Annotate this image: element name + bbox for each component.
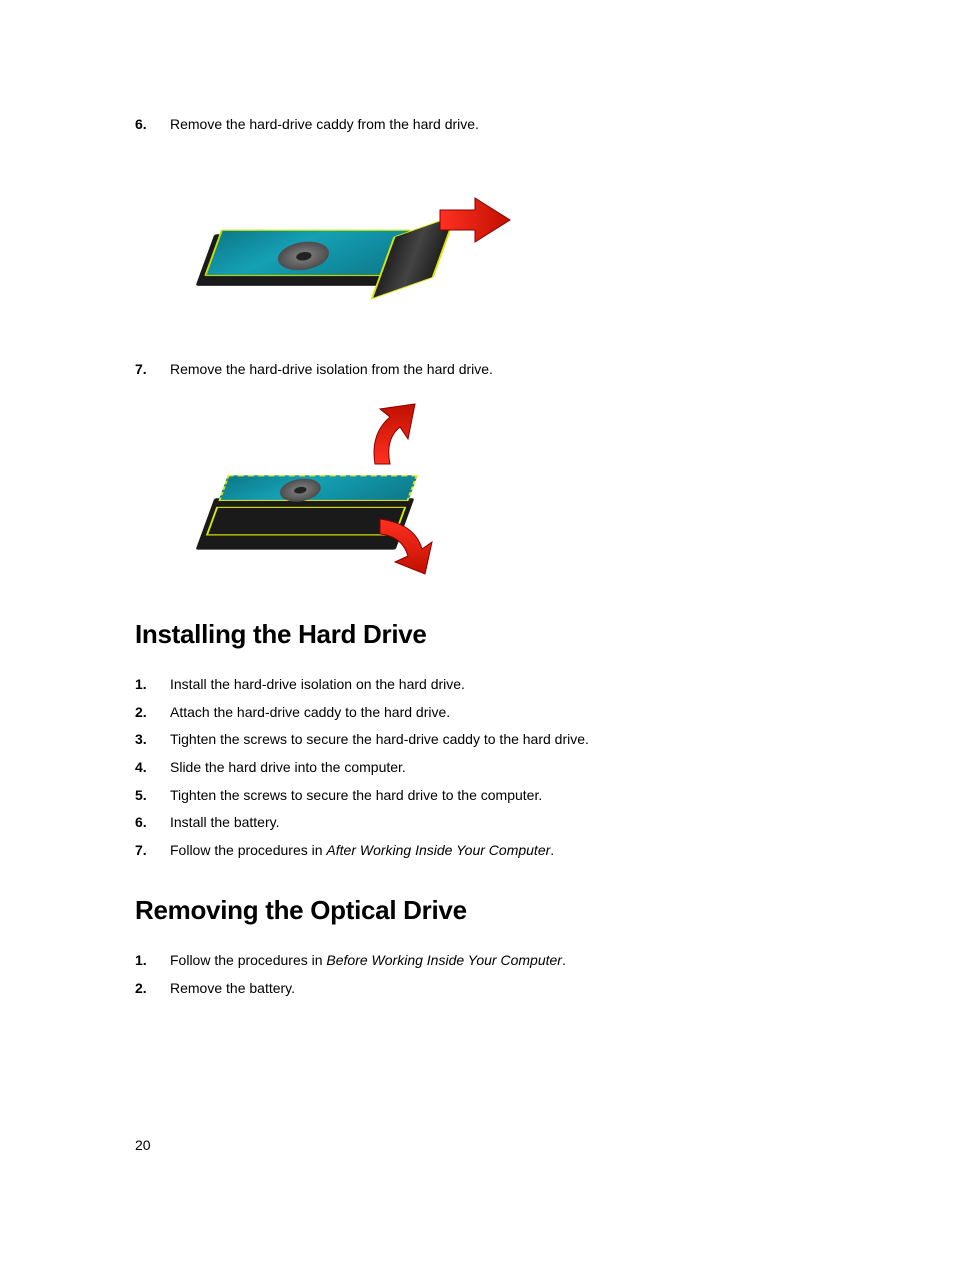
arrow-curve-down-icon [370,514,440,579]
page-number: 20 [135,1137,151,1153]
step-text: Follow the procedures in Before Working … [170,951,566,971]
install-step-2: 2. Attach the hard-drive caddy to the ha… [135,703,954,723]
install-step-3: 3. Tighten the screws to secure the hard… [135,730,954,750]
step-number: 2. [135,980,170,996]
install-step-5: 5. Tighten the screws to secure the hard… [135,786,954,806]
step-number: 7. [135,361,170,377]
install-step-7: 7. Follow the procedures in After Workin… [135,841,954,861]
step-text: Attach the hard-drive caddy to the hard … [170,703,450,723]
step-text: Install the hard-drive isolation on the … [170,675,465,695]
step-text: Slide the hard drive into the computer. [170,758,406,778]
step-text: Remove the hard-drive caddy from the har… [170,115,479,135]
figure-hard-drive-caddy [170,155,460,330]
step-number: 3. [135,731,170,747]
install-step-1: 1. Install the hard-drive isolation on t… [135,675,954,695]
step-number: 6. [135,814,170,830]
step-text: Tighten the screws to secure the hard dr… [170,786,542,806]
step-number: 1. [135,676,170,692]
remove-optical-step-2: 2. Remove the battery. [135,979,954,999]
section-installing-hard-drive: Installing the Hard Drive 1. Install the… [135,619,954,860]
step-text: Install the battery. [170,813,279,833]
step-6: 6. Remove the hard-drive caddy from the … [135,115,954,135]
step-number: 5. [135,787,170,803]
step-text: Tighten the screws to secure the hard-dr… [170,730,589,750]
step-number: 7. [135,842,170,858]
install-step-6: 6. Install the battery. [135,813,954,833]
section-removing-optical-drive: Removing the Optical Drive 1. Follow the… [135,895,954,998]
step-7: 7. Remove the hard-drive isolation from … [135,360,954,380]
step-number: 6. [135,116,170,132]
step-text: Follow the procedures in After Working I… [170,841,554,861]
section-heading: Removing the Optical Drive [135,895,954,926]
step-number: 1. [135,952,170,968]
section-heading: Installing the Hard Drive [135,619,954,650]
step-text: Remove the battery. [170,979,295,999]
arrow-right-icon [435,195,515,245]
arrow-curve-up-icon [360,399,430,469]
install-step-4: 4. Slide the hard drive into the compute… [135,758,954,778]
step-number: 4. [135,759,170,775]
figure-hard-drive-isolation [170,399,460,574]
step-number: 2. [135,704,170,720]
remove-optical-step-1: 1. Follow the procedures in Before Worki… [135,951,954,971]
step-text: Remove the hard-drive isolation from the… [170,360,493,380]
